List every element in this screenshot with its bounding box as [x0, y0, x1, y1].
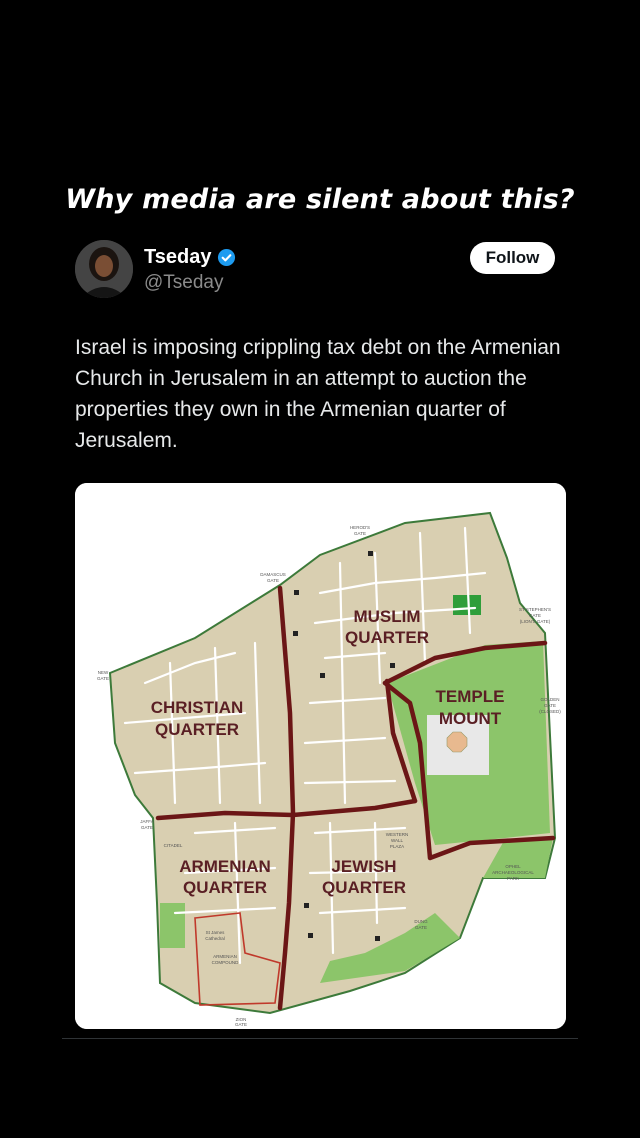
- follow-button[interactable]: Follow: [470, 242, 555, 274]
- gate-jaffa-1: JAFFA: [140, 819, 154, 824]
- post-text: Israel is imposing crippling tax debt on…: [75, 336, 561, 452]
- svg-text:GATE: GATE: [415, 925, 427, 930]
- armenian-compound-1: ARMENIAN: [213, 954, 237, 959]
- ophel-3: PARK: [507, 876, 519, 881]
- svg-text:HEROD'S: HEROD'S: [350, 525, 370, 530]
- label-muslim-line2: QUARTER: [345, 628, 429, 647]
- svg-text:CHRISTIAN: CHRISTIAN: [151, 698, 244, 717]
- svg-text:GOLDEN: GOLDEN: [540, 697, 559, 702]
- svg-text:ARMENIAN: ARMENIAN: [179, 857, 271, 876]
- st-james-1: St James: [206, 930, 226, 935]
- svg-text:QUARTER: QUARTER: [183, 878, 267, 897]
- label-christian-line2: QUARTER: [155, 720, 239, 739]
- svg-text:ARCHAEOLOGICAL: ARCHAEOLOGICAL: [492, 870, 534, 875]
- western-wall-1: WESTERN: [386, 832, 409, 837]
- svg-text:PARK: PARK: [507, 876, 519, 881]
- gate-golden-3: (CLOSED): [539, 709, 561, 714]
- gate-damascus-2: GATE: [267, 578, 279, 583]
- svg-text:OPHEL: OPHEL: [505, 864, 521, 869]
- author-row: Tseday: [144, 246, 236, 269]
- svg-text:GATE: GATE: [235, 1022, 247, 1027]
- st-james-2: Cathedral: [205, 936, 225, 941]
- svg-text:GATE: GATE: [354, 531, 366, 536]
- post-image-jerusalem-map[interactable]: MUSLIM QUARTER CHRISTIAN QUARTER TEMPLE …: [75, 483, 566, 1029]
- svg-text:Cathedral: Cathedral: [205, 936, 225, 941]
- svg-text:DUNG: DUNG: [414, 919, 428, 924]
- gate-st-stephens-1: ST STEPHEN'S: [519, 607, 551, 612]
- svg-text:WESTERN: WESTERN: [386, 832, 409, 837]
- label-muslim-line1: MUSLIM: [353, 607, 420, 626]
- svg-text:MOUNT: MOUNT: [439, 709, 502, 728]
- gate-golden-2: GATE: [544, 703, 556, 708]
- label-christian-line1: CHRISTIAN: [151, 698, 244, 717]
- ophel-1: OPHEL: [505, 864, 521, 869]
- svg-text:GATE: GATE: [267, 578, 279, 583]
- label-jewish-line2: QUARTER: [322, 878, 406, 897]
- label-temple-line1: TEMPLE: [436, 687, 505, 706]
- western-wall-2: WALL: [391, 838, 404, 843]
- verified-badge-icon: [217, 248, 236, 267]
- gate-jaffa-2: GATE: [141, 825, 153, 830]
- svg-text:QUARTER: QUARTER: [345, 628, 429, 647]
- green-garden: [453, 595, 481, 615]
- post-divider: [62, 1038, 578, 1039]
- svg-text:TEMPLE: TEMPLE: [436, 687, 505, 706]
- author-name[interactable]: Tseday: [144, 246, 211, 269]
- svg-text:QUARTER: QUARTER: [155, 720, 239, 739]
- svg-text:WALL: WALL: [391, 838, 404, 843]
- label-temple-line2: MOUNT: [439, 709, 502, 728]
- gate-new-1: NEW: [98, 670, 109, 675]
- headline: Why media are silent about this?: [65, 184, 575, 215]
- svg-text:JEWISH: JEWISH: [331, 857, 396, 876]
- gate-herods-1: HEROD'S: [350, 525, 370, 530]
- gate-golden-1: GOLDEN: [540, 697, 559, 702]
- gate-st-stephens-3: (LION'S GATE): [520, 619, 551, 624]
- gate-herods-2: GATE: [354, 531, 366, 536]
- gate-dung-2: GATE: [415, 925, 427, 930]
- label-jewish-line1: JEWISH: [331, 857, 396, 876]
- label-armenian-line2: QUARTER: [183, 878, 267, 897]
- svg-text:GATE: GATE: [141, 825, 153, 830]
- svg-text:COMPOUND: COMPOUND: [212, 960, 239, 965]
- svg-text:PLAZA: PLAZA: [390, 844, 404, 849]
- author-handle[interactable]: @Tseday: [144, 272, 224, 294]
- avatar[interactable]: [75, 240, 133, 298]
- western-wall-3: PLAZA: [390, 844, 404, 849]
- label-armenian-line1: ARMENIAN: [179, 857, 271, 876]
- svg-text:(LION'S GATE): (LION'S GATE): [520, 619, 551, 624]
- svg-text:DAMASCUS: DAMASCUS: [260, 572, 286, 577]
- svg-text:(CLOSED): (CLOSED): [539, 709, 561, 714]
- svg-text:ARMENIAN: ARMENIAN: [213, 954, 237, 959]
- svg-text:GATE: GATE: [97, 676, 109, 681]
- svg-text:GATE: GATE: [529, 613, 541, 618]
- svg-text:MUSLIM: MUSLIM: [353, 607, 420, 626]
- svg-text:QUARTER: QUARTER: [322, 878, 406, 897]
- svg-text:NEW: NEW: [98, 670, 109, 675]
- svg-text:ST STEPHEN'S: ST STEPHEN'S: [519, 607, 551, 612]
- gate-zion-2: GATE: [235, 1022, 247, 1027]
- gate-st-stephens-2: GATE: [529, 613, 541, 618]
- gate-damascus-1: DAMASCUS: [260, 572, 286, 577]
- gate-new-2: GATE: [97, 676, 109, 681]
- svg-text:JAFFA: JAFFA: [140, 819, 154, 824]
- svg-text:St James: St James: [206, 930, 226, 935]
- svg-text:GATE: GATE: [544, 703, 556, 708]
- armenian-compound-2: COMPOUND: [212, 960, 239, 965]
- gate-dung-1: DUNG: [414, 919, 428, 924]
- citadel-label: CITADEL: [164, 843, 183, 848]
- ophel-2: ARCHAEOLOGICAL: [492, 870, 534, 875]
- armenian-green-1: [160, 903, 185, 948]
- dome-of-the-rock: [446, 731, 468, 753]
